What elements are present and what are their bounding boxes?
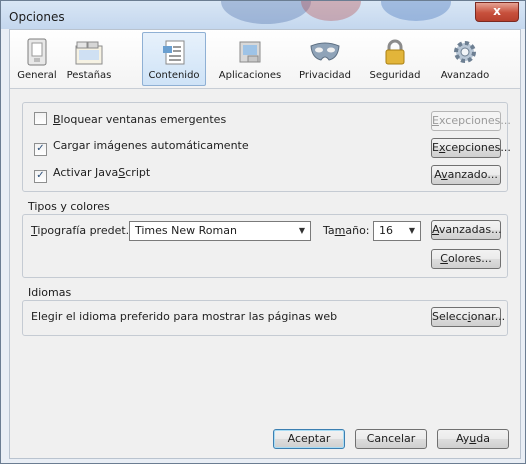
content-options-group: Bloquear ventanas emergentes Excepciones…	[22, 102, 511, 192]
languages-description: Elegir el idioma preferido para mostrar …	[31, 310, 338, 323]
font-size-label-rest: año:	[345, 224, 370, 237]
accept-label: Aceptar	[287, 432, 331, 445]
choose-language-rest: onar...	[470, 310, 506, 323]
enable-javascript-label-pre: Activar Java	[53, 166, 119, 179]
javascript-advanced-rest: anzado...	[447, 168, 498, 181]
chevron-down-icon: ▼	[298, 226, 305, 235]
font-size-label: Tamaño:	[323, 224, 370, 237]
tab-security[interactable]: Seguridad	[366, 32, 424, 86]
languages-group-title: Idiomas	[28, 286, 72, 299]
close-icon: x	[493, 4, 501, 18]
image-exceptions-rest: cepciones...	[445, 141, 511, 154]
default-font-label-text: ipografía predet.:	[37, 224, 133, 237]
title-glass-decoration	[301, 1, 361, 21]
popup-exceptions-button[interactable]: Excepciones...	[431, 111, 511, 131]
tab-tabs[interactable]: Pestañas	[62, 32, 116, 86]
tabs-icon	[75, 41, 103, 65]
block-popups-label: loquear ventanas emergentes	[60, 113, 227, 126]
close-button[interactable]: x	[475, 2, 519, 22]
tab-advanced[interactable]: Avanzado	[434, 32, 496, 86]
applications-icon	[239, 41, 261, 63]
tab-content-label: Contenido	[148, 70, 200, 81]
languages-group: Elegir el idioma preferido para mostrar …	[22, 300, 508, 336]
help-pre: Ay	[455, 432, 470, 445]
fonts-advanced-rest: vanzadas...	[438, 223, 502, 236]
block-popups-checkbox[interactable]	[34, 112, 47, 125]
image-exceptions-button[interactable]: Excepciones...	[431, 138, 511, 158]
tab-applications[interactable]: Aplicaciones	[216, 32, 284, 86]
title-bar[interactable]: Opciones x	[1, 1, 525, 31]
colors-key: C	[440, 252, 448, 265]
accept-button[interactable]: Aceptar	[273, 429, 345, 449]
block-popups-row[interactable]: Bloquear ventanas emergentes	[34, 112, 226, 128]
default-font-select[interactable]: Times New Roman ▼	[129, 221, 311, 241]
privacy-mask-icon	[310, 42, 340, 61]
enable-javascript-checkbox[interactable]: ✓	[34, 170, 47, 183]
fonts-advanced-key: A	[432, 223, 439, 236]
choose-language-button[interactable]: Seleccionar...	[431, 307, 505, 327]
tab-applications-label: Aplicaciones	[218, 70, 282, 81]
cancel-label: Cancelar	[366, 432, 416, 445]
fonts-group-title: Tipos y colores	[28, 200, 110, 213]
font-size-select[interactable]: 16 ▼	[373, 221, 421, 241]
load-images-row[interactable]: ✓ Cargar imágenes automáticamente	[34, 139, 249, 156]
choose-language-pre: Selecc	[432, 310, 468, 323]
content-document-icon	[163, 40, 185, 65]
enable-javascript-label-rest: cript	[125, 166, 151, 179]
popup-exceptions-rest: xcepciones...	[438, 114, 511, 127]
cancel-button[interactable]: Cancelar	[355, 429, 427, 449]
tab-privacy[interactable]: Privacidad	[294, 32, 356, 86]
font-size-access-key: m	[334, 224, 346, 237]
fonts-colors-group: Tipografía predet.: Times New Roman ▼ Ta…	[22, 214, 508, 278]
popup-exceptions-key: E	[432, 114, 439, 127]
chevron-down-icon: ▼	[408, 226, 415, 235]
options-window: Opciones x General Pestañas Contenido Ap…	[0, 0, 526, 464]
tab-tabs-label: Pestañas	[66, 70, 112, 81]
colors-rest: olores...	[447, 252, 492, 265]
tab-privacy-label: Privacidad	[299, 70, 351, 81]
javascript-advanced-button[interactable]: Avanzado...	[431, 165, 501, 185]
load-images-label: Cargar imágenes automáticamente	[53, 139, 249, 152]
title-glass-decoration	[381, 1, 451, 21]
general-switch-icon	[27, 38, 47, 66]
tab-content[interactable]: Contenido	[142, 32, 206, 86]
fonts-advanced-button[interactable]: Avanzadas...	[431, 220, 502, 240]
enable-javascript-row[interactable]: ✓ Activar JavaScript	[34, 166, 151, 183]
load-images-checkbox[interactable]: ✓	[34, 143, 47, 156]
options-pane: General Pestañas Contenido Aplicaciones …	[9, 29, 521, 459]
tab-advanced-label: Avanzado	[440, 70, 490, 81]
tab-general[interactable]: General	[14, 32, 60, 86]
font-size-label-pre: Ta	[323, 224, 335, 237]
category-toolbar: General Pestañas Contenido Aplicaciones …	[10, 30, 520, 89]
help-button[interactable]: Ayuda	[437, 429, 509, 449]
font-size-value: 16	[379, 224, 393, 237]
title-glass-decoration	[221, 1, 311, 24]
default-font-value: Times New Roman	[135, 224, 237, 237]
help-rest: da	[476, 432, 490, 445]
block-popups-access-key: B	[53, 113, 61, 126]
security-lock-icon	[385, 39, 405, 65]
window-title: Opciones	[9, 10, 65, 24]
colors-button[interactable]: Colores...	[431, 249, 501, 269]
tab-general-label: General	[17, 70, 57, 81]
advanced-gear-icon	[454, 41, 476, 63]
default-font-label: Tipografía predet.:	[31, 224, 133, 237]
tab-security-label: Seguridad	[369, 70, 421, 81]
image-exceptions-pre: E	[432, 141, 439, 154]
